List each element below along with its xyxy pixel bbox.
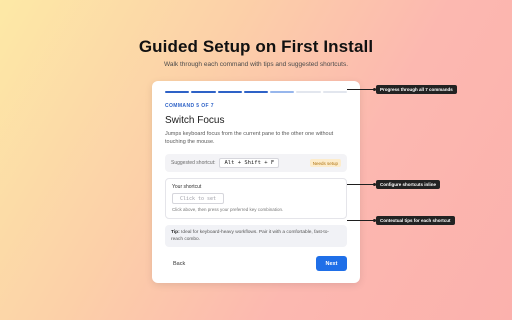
progress-segment <box>217 91 242 93</box>
callout-tips: Contextual tips for each shortcut <box>376 216 455 225</box>
tip-text: Ideal for keyboard-heavy workflows. Pair… <box>171 230 330 242</box>
suggested-shortcut-row: Suggested shortcut: Alt + Shift + F Need… <box>165 154 347 172</box>
callout-connector <box>347 184 375 185</box>
callout-progress: Progress through all 7 commands <box>376 85 457 94</box>
step-counter: COMMAND 5 OF 7 <box>165 103 214 109</box>
setup-wizard-card: COMMAND 5 OF 7 Switch Focus Jumps keyboa… <box>152 81 360 283</box>
tip-box: Tip: Ideal for keyboard-heavy workflows.… <box>165 225 347 247</box>
suggested-shortcut-label: Suggested shortcut: <box>171 160 216 166</box>
progress-segment <box>322 91 347 93</box>
shortcut-capture-input[interactable]: Click to set <box>172 193 224 204</box>
wizard-actions: Back Next <box>165 256 347 271</box>
your-shortcut-panel: Your shortcut Click to set Click above, … <box>165 178 347 219</box>
back-button[interactable]: Back <box>165 261 185 267</box>
progress-segment <box>243 91 269 93</box>
callout-connector <box>347 89 375 90</box>
command-description: Jumps keyboard focus from the current pa… <box>165 131 334 145</box>
tip-prefix: Tip: <box>171 230 180 235</box>
callout-connector <box>347 220 375 221</box>
next-button[interactable]: Next <box>316 256 347 271</box>
callout-configure: Configure shortcuts inline <box>376 180 441 189</box>
your-shortcut-label: Your shortcut <box>172 184 202 190</box>
page-title: Guided Setup on First Install <box>138 37 374 56</box>
needs-setup-badge: Needs setup <box>309 159 341 167</box>
command-title: Switch Focus <box>165 115 225 126</box>
progress-segment <box>270 91 295 93</box>
progress-segment <box>165 91 190 93</box>
progress-segment <box>191 91 216 93</box>
suggested-shortcut-keys: Alt + Shift + F <box>219 158 280 168</box>
progress-segment <box>296 91 321 93</box>
your-shortcut-hint: Click above, then press your preferred k… <box>172 207 284 212</box>
page-subtitle: Walk through each command with tips and … <box>163 61 349 68</box>
progress-bar <box>165 91 347 93</box>
